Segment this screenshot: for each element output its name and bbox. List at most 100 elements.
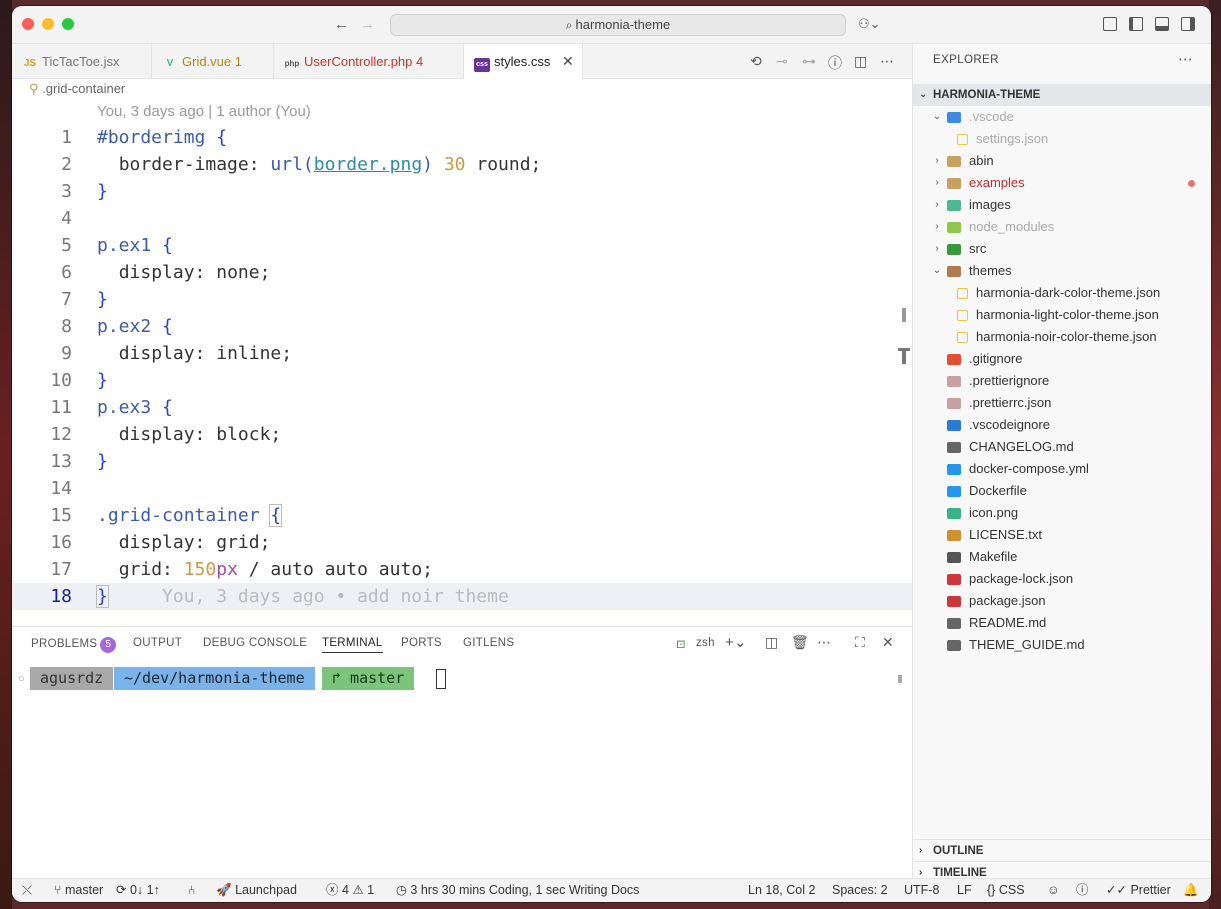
tree-item[interactable]: LICENSE.txt — [913, 524, 1211, 546]
tree-item[interactable]: › abin — [913, 150, 1211, 172]
tree-item[interactable]: icon.png — [913, 502, 1211, 524]
tree-item-label: harmonia-light-color-theme.json — [976, 307, 1159, 322]
tree-item[interactable]: settings.json — [913, 128, 1211, 150]
tree-item[interactable]: ⌄ themes — [913, 260, 1211, 282]
tab-styles-css[interactable]: css styles.css ✕ — [464, 44, 583, 80]
codelens-blame[interactable]: You, 3 days ago | 1 author (You) — [97, 103, 311, 120]
prettier-status[interactable]: ✓✓ Prettier — [1106, 879, 1171, 902]
tab-problems[interactable]: PROBLEMS 5 — [31, 637, 117, 653]
branch-status[interactable]: ⑂ master — [54, 879, 103, 902]
tree-item[interactable]: .gitignore — [913, 348, 1211, 370]
customize-layout-icon[interactable] — [1103, 17, 1117, 31]
prettier-icon — [947, 376, 961, 388]
tree-item[interactable]: › images — [913, 194, 1211, 216]
outline-section[interactable]: › OUTLINE — [913, 839, 1211, 861]
tree-item-label: docker-compose.yml — [969, 461, 1089, 476]
php-icon: php — [284, 59, 300, 68]
tree-item[interactable]: package-lock.json — [913, 568, 1211, 590]
tree-item[interactable]: harmonia-light-color-theme.json — [913, 304, 1211, 326]
sync-status[interactable]: ⟳ 0↓ 1↑ — [116, 879, 160, 902]
tab-debug-console[interactable]: DEBUG CONSOLE — [203, 637, 307, 649]
trash-icon[interactable]: 🗑 — [791, 634, 809, 651]
tree-item[interactable]: README.md — [913, 612, 1211, 634]
more-actions-icon[interactable]: ⋯ — [880, 53, 894, 70]
workspace-root[interactable]: ⌄ HARMONIA-THEME — [913, 84, 1211, 106]
new-terminal-icon[interactable]: +⌄ — [725, 633, 747, 651]
line-number: 9 — [61, 343, 72, 364]
maximize-panel-icon[interactable]: ⛶ — [855, 634, 865, 651]
tab-grid-vue[interactable]: V Grid.vue 1 — [152, 44, 274, 79]
gitlens-icon[interactable]: ⓘ — [828, 53, 842, 73]
bell-icon[interactable]: 🔔 — [1183, 879, 1199, 902]
forward-arrow-icon[interactable]: → — [360, 16, 375, 33]
tab-terminal[interactable]: TERMINAL — [322, 637, 383, 653]
tree-item[interactable]: › examples — [913, 172, 1211, 194]
tab-usercontroller[interactable]: php UserController.php 4 — [274, 44, 464, 79]
tree-item[interactable]: ⌄ .vscode — [913, 106, 1211, 128]
maximize-window-button[interactable] — [62, 18, 74, 30]
vue-icon: V — [166, 58, 174, 69]
gitlens-status-icon[interactable]: ⓘ — [1076, 879, 1089, 902]
encoding[interactable]: UTF-8 — [904, 879, 939, 902]
tree-item[interactable]: Dockerfile — [913, 480, 1211, 502]
problems-status[interactable]: ⓧ 4 ⚠ 1 — [326, 879, 374, 902]
tree-item-label: examples — [969, 175, 1025, 190]
tab-output[interactable]: OUTPUT — [133, 637, 182, 649]
language-mode[interactable]: {} CSS — [987, 879, 1025, 902]
tree-item-label: settings.json — [976, 131, 1049, 146]
toggle-primary-sidebar-icon[interactable] — [1129, 17, 1143, 31]
split-editor-icon[interactable]: ◫ — [854, 53, 867, 70]
clock-icon: ◷ — [396, 883, 407, 897]
tree-item[interactable]: package.json — [913, 590, 1211, 612]
code-editor[interactable]: 1 #borderimg { 2 border-image: url(border… — [12, 124, 912, 616]
toggle-secondary-sidebar-icon[interactable] — [1181, 17, 1195, 31]
toggle-panel-icon[interactable] — [1155, 17, 1169, 31]
sync-icon: ⟳ — [116, 883, 127, 897]
more-actions-icon[interactable]: ⋯ — [1178, 50, 1193, 68]
tab-gitlens[interactable]: GITLENS — [463, 637, 514, 649]
tree-item[interactable]: › src — [913, 238, 1211, 260]
tree-item[interactable]: › node_modules — [913, 216, 1211, 238]
breadcrumb[interactable]: ⚲ .grid-container — [12, 80, 912, 100]
tab-ports[interactable]: PORTS — [401, 637, 442, 649]
git-graph-icon[interactable]: ⑃ — [188, 879, 196, 902]
close-window-button[interactable] — [22, 18, 34, 30]
tree-item[interactable]: .prettierignore — [913, 370, 1211, 392]
tree-item[interactable]: .prettierrc.json — [913, 392, 1211, 414]
close-panel-icon[interactable]: ✕ — [882, 634, 894, 651]
terminal-shell-label[interactable]: zsh — [696, 637, 715, 649]
more-actions-icon[interactable]: ⋯ — [817, 634, 831, 651]
split-terminal-icon[interactable]: ◫ — [765, 634, 779, 651]
terminal-scrollbar[interactable] — [898, 675, 902, 683]
launchpad-status[interactable]: 🚀 Launchpad — [216, 879, 297, 902]
copilot-icon[interactable]: ⚇⌄ — [858, 16, 881, 32]
tree-item[interactable]: CHANGELOG.md — [913, 436, 1211, 458]
title-bar: ← → ⌕ harmonia-theme ⚇⌄ — [12, 6, 1211, 44]
copilot-status-icon[interactable]: ☺ — [1047, 879, 1060, 902]
indentation[interactable]: Spaces: 2 — [832, 879, 888, 902]
tree-item[interactable]: harmonia-noir-color-theme.json — [913, 326, 1211, 348]
compare-changes-icon[interactable]: ⟲ — [750, 53, 762, 70]
tab-tictactoe[interactable]: JS TicTacToe.jsx — [12, 44, 152, 79]
back-arrow-icon[interactable]: ← — [334, 16, 349, 33]
terminal-cursor — [436, 669, 446, 689]
git-icon — [947, 354, 961, 366]
cursor-position[interactable]: Ln 18, Col 2 — [748, 879, 815, 902]
command-center-search[interactable]: ⌕ harmonia-theme — [390, 14, 846, 36]
code-line: border-image: url(border.png) 30 round; — [118, 154, 542, 175]
tree-item[interactable]: .vscodeignore — [913, 414, 1211, 436]
scrollbar-marker[interactable] — [902, 308, 906, 322]
close-tab-icon[interactable]: ✕ — [562, 53, 574, 69]
tree-item[interactable]: Makefile — [913, 546, 1211, 568]
minimize-window-button[interactable] — [42, 18, 54, 30]
tree-item-label: .prettierrc.json — [969, 395, 1052, 410]
tree-item[interactable]: docker-compose.yml — [913, 458, 1211, 480]
breadcrumb-item[interactable]: .grid-container — [42, 81, 125, 96]
remote-icon[interactable]: ⤬ — [22, 879, 32, 902]
next-change-icon[interactable]: ⊶ — [802, 53, 816, 70]
tree-item[interactable]: harmonia-dark-color-theme.json — [913, 282, 1211, 304]
previous-change-icon[interactable]: ⊸ — [776, 53, 788, 70]
end-of-line[interactable]: LF — [957, 879, 972, 902]
wakatime-status[interactable]: ◷ 3 hrs 30 mins Coding, 1 sec Writing Do… — [396, 879, 639, 902]
tree-item[interactable]: THEME_GUIDE.md — [913, 634, 1211, 656]
